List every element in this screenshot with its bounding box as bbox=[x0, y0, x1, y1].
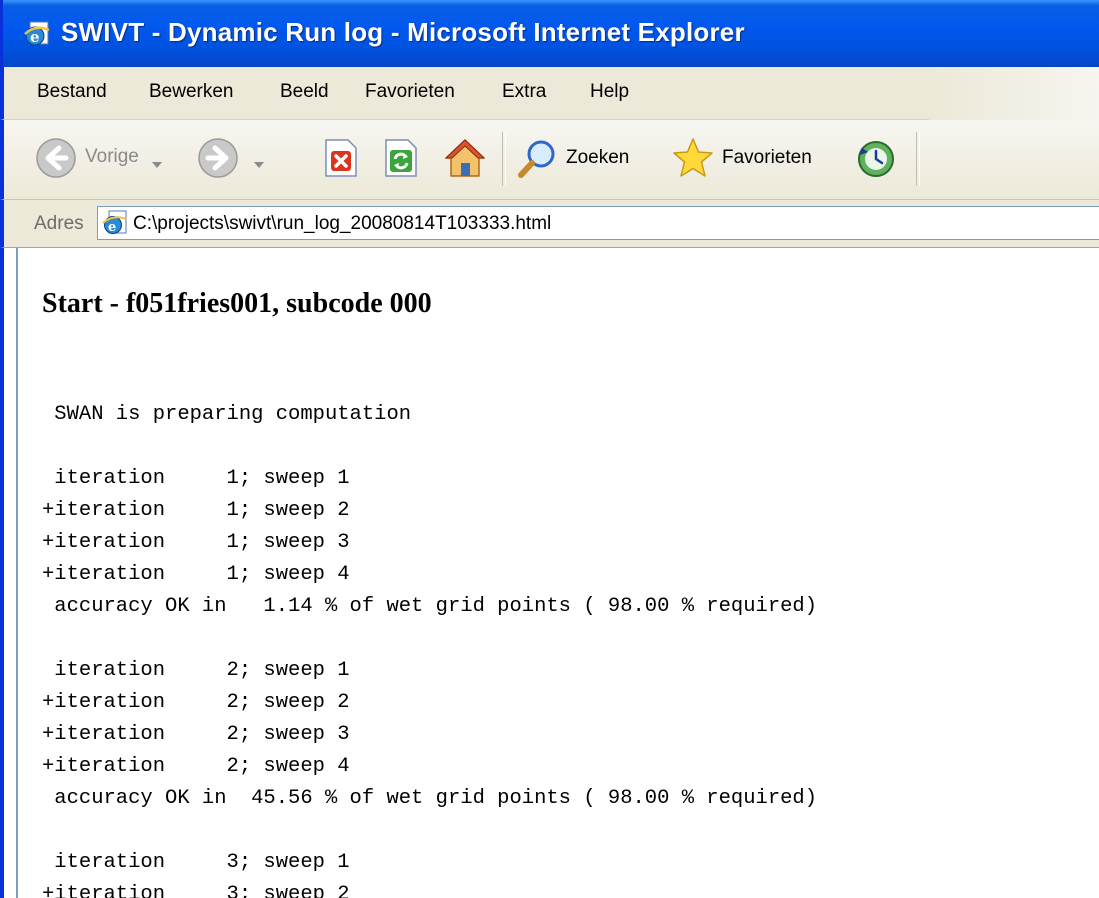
back-arrow-icon bbox=[36, 138, 76, 178]
address-url: C:\projects\swivt\run_log_20080814T10333… bbox=[133, 213, 552, 234]
home-icon bbox=[444, 139, 486, 177]
log-line: accuracy OK in 1.14 % of wet grid points… bbox=[42, 595, 818, 618]
star-icon bbox=[673, 138, 713, 177]
windows-logo-area bbox=[929, 67, 1099, 120]
log-line: +iteration 2; sweep 4 bbox=[42, 755, 350, 778]
log-line: +iteration 1; sweep 4 bbox=[42, 563, 350, 586]
stop-button[interactable] bbox=[320, 130, 364, 186]
log-line: +iteration 2; sweep 3 bbox=[42, 723, 350, 746]
page-title: Start - f051fries001, subcode 000 bbox=[42, 288, 432, 319]
menu-help[interactable]: Help bbox=[590, 81, 629, 103]
address-bar: Adres e C:\projects\swivt\run_log_200808… bbox=[0, 200, 1099, 248]
stop-icon bbox=[325, 139, 357, 177]
title-bar[interactable]: e SWIVT - Dynamic Run log - Microsoft In… bbox=[0, 0, 1099, 67]
refresh-button[interactable] bbox=[380, 130, 424, 186]
run-log: SWAN is preparing computation iteration … bbox=[42, 399, 817, 898]
log-line: iteration 1; sweep 1 bbox=[42, 467, 350, 490]
log-line: +iteration 1; sweep 3 bbox=[42, 531, 350, 554]
search-label: Zoeken bbox=[566, 147, 630, 168]
search-button[interactable]: Zoeken bbox=[514, 130, 662, 186]
menu-bar: Bestand Bewerken Beeld Favorieten Extra … bbox=[0, 67, 1099, 120]
back-button[interactable]: Vorige bbox=[32, 130, 182, 186]
toolbar-separator bbox=[502, 132, 506, 186]
svg-text:e: e bbox=[108, 220, 116, 235]
menu-favorieten[interactable]: Favorieten bbox=[365, 81, 455, 103]
menu-beeld[interactable]: Beeld bbox=[280, 81, 329, 103]
menu-extra[interactable]: Extra bbox=[502, 81, 546, 103]
forward-dropdown-icon[interactable] bbox=[254, 162, 264, 168]
favorites-button[interactable]: Favorieten bbox=[668, 130, 842, 186]
forward-arrow-icon bbox=[198, 138, 238, 178]
log-line: +iteration 2; sweep 2 bbox=[42, 691, 350, 714]
history-button[interactable] bbox=[852, 130, 902, 186]
browser-window: e SWIVT - Dynamic Run log - Microsoft In… bbox=[0, 0, 1099, 898]
address-label: Adres bbox=[34, 213, 84, 234]
log-line: accuracy OK in 45.56 % of wet grid point… bbox=[42, 787, 818, 810]
toolbar-separator-2 bbox=[916, 132, 920, 186]
refresh-icon bbox=[385, 139, 417, 177]
toolbar: Vorige Zoeken Favorieten bbox=[0, 120, 1099, 200]
menu-bewerken[interactable]: Bewerken bbox=[149, 81, 234, 103]
favorites-label: Favorieten bbox=[722, 147, 812, 168]
back-label: Vorige bbox=[85, 146, 139, 167]
window-title: SWIVT - Dynamic Run log - Microsoft Inte… bbox=[61, 17, 745, 47]
log-line: iteration 2; sweep 1 bbox=[42, 659, 350, 682]
log-line: SWAN is preparing computation bbox=[42, 403, 412, 426]
home-button[interactable] bbox=[440, 130, 490, 186]
history-clock-icon bbox=[858, 141, 894, 177]
menu-bestand[interactable]: Bestand bbox=[37, 81, 107, 103]
log-line: +iteration 3; sweep 2 bbox=[42, 883, 350, 898]
back-dropdown-icon[interactable] bbox=[152, 162, 162, 168]
forward-button[interactable] bbox=[194, 130, 274, 186]
search-icon bbox=[518, 140, 555, 178]
address-input[interactable]: e C:\projects\swivt\run_log_20080814T103… bbox=[97, 206, 1099, 240]
log-line: iteration 3; sweep 1 bbox=[42, 851, 350, 874]
page-content[interactable]: Start - f051fries001, subcode 000 SWAN i… bbox=[0, 248, 1099, 898]
ie-document-icon: e bbox=[24, 21, 50, 46]
document-area: Start - f051fries001, subcode 000 SWAN i… bbox=[16, 248, 1088, 898]
page-icon: e bbox=[102, 210, 127, 235]
log-line: +iteration 1; sweep 2 bbox=[42, 499, 350, 522]
